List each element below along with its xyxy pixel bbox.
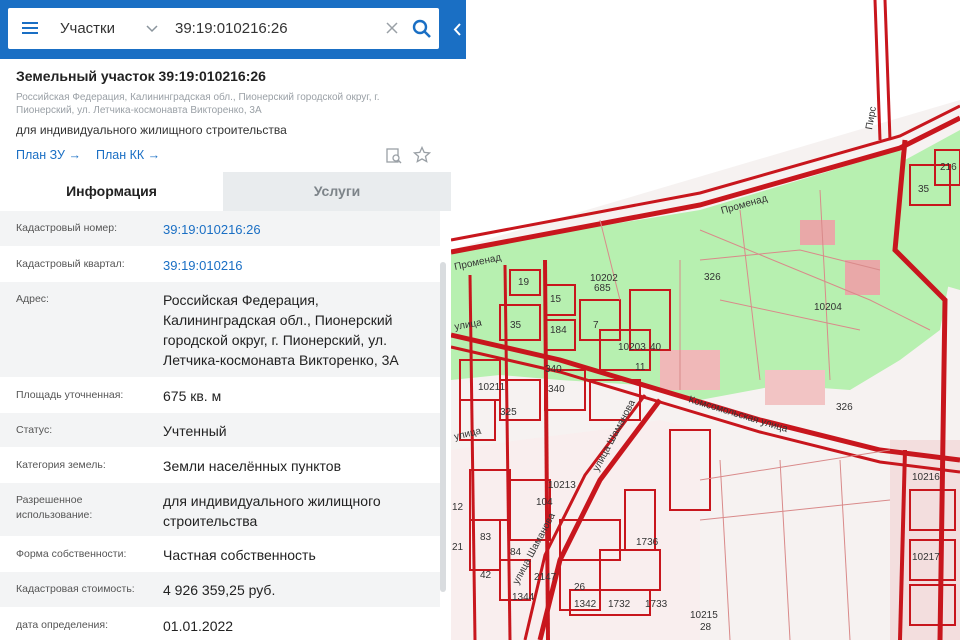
map-label: 326 xyxy=(704,272,721,283)
document-search-icon[interactable] xyxy=(385,147,403,165)
row-label: Статус: xyxy=(16,424,53,436)
row-label: Разрешенное использование: xyxy=(16,494,93,521)
row-label: Форма собственности: xyxy=(16,548,127,560)
map-label: 685 xyxy=(594,283,611,294)
map-label: 2147 xyxy=(534,572,557,583)
search-box: Участки xyxy=(8,8,439,49)
row-label: Категория земель: xyxy=(16,459,106,471)
plan-kk-link[interactable]: План КК → xyxy=(96,148,160,162)
menu-icon[interactable] xyxy=(22,20,42,38)
row-value: Земли населённых пунктов xyxy=(163,458,342,474)
top-bar: Участки xyxy=(0,0,466,59)
row-value: 675 кв. м xyxy=(163,388,222,404)
row-value: 4 926 359,25 руб. xyxy=(163,582,276,598)
star-icon[interactable] xyxy=(413,146,431,164)
map-label: 10211 xyxy=(478,382,506,393)
tab-information[interactable]: Информация xyxy=(0,172,223,211)
map-label: 340 xyxy=(545,364,562,375)
scrollbar[interactable] xyxy=(440,262,446,592)
row-label: Кадастровый квартал: xyxy=(16,258,125,270)
map-label: 10213 xyxy=(548,480,576,491)
cadastral-quarter-link[interactable]: 39:19:010216 xyxy=(163,256,433,276)
map-label: 10204 xyxy=(814,302,842,313)
map-label: 35 xyxy=(510,320,522,331)
map-label: 10216 xyxy=(912,472,940,483)
parcel-address: Российская Федерация, Калининградская об… xyxy=(16,92,380,116)
row-value: Частная собственность xyxy=(163,547,316,563)
table-row: Форма собственности: Частная собственнос… xyxy=(0,537,440,572)
map-label: 42 xyxy=(480,570,492,581)
row-label: дата определения: xyxy=(16,619,109,631)
table-row: Разрешенное использование: для индивидуа… xyxy=(0,483,440,537)
row-label: Кадастровый номер: xyxy=(16,222,118,234)
map-label: 184 xyxy=(550,325,567,336)
parcel-purpose: для индивидуального жилищного строительс… xyxy=(16,123,287,137)
map-label: 325 xyxy=(500,407,517,418)
row-label: Площадь уточненная: xyxy=(16,389,124,401)
map-label: 340 xyxy=(548,384,565,395)
tabs: Информация Услуги xyxy=(0,172,451,211)
map-label: 40 xyxy=(650,342,662,353)
info-panel: Земельный участок 39:19:010216:26 Россий… xyxy=(0,59,451,644)
map-label: 12 xyxy=(452,502,464,513)
table-row: Категория земель: Земли населённых пункт… xyxy=(0,448,440,483)
parcel-title: Земельный участок 39:19:010216:26 xyxy=(16,68,266,84)
map-label: 10217 xyxy=(912,552,940,563)
details-table: Кадастровый номер: 39:19:010216:26 Кадас… xyxy=(0,211,440,644)
map-label: 326 xyxy=(836,402,853,413)
row-value: Учтенный xyxy=(163,423,227,439)
map-label: 19 xyxy=(518,277,530,288)
row-value: 01.01.2022 xyxy=(163,618,234,634)
map-label: 28 xyxy=(700,622,712,633)
map-label: 35 xyxy=(918,184,930,195)
map-label: 1733 xyxy=(645,599,668,610)
plan-zu-link[interactable]: План ЗУ → xyxy=(16,148,81,162)
tab-services[interactable]: Услуги xyxy=(223,172,451,211)
search-input[interactable] xyxy=(175,8,375,49)
map-label: 216 xyxy=(940,162,957,173)
map-label: 26 xyxy=(574,582,586,593)
row-label: Кадастровая стоимость: xyxy=(16,583,135,595)
close-icon[interactable] xyxy=(384,20,400,36)
collapse-panel-icon[interactable] xyxy=(449,0,466,59)
table-row: Площадь уточненная: 675 кв. м xyxy=(0,378,440,413)
map-label: 21 xyxy=(452,542,464,553)
search-icon[interactable] xyxy=(412,19,432,39)
map-label: 1732 xyxy=(608,599,631,610)
table-row: Кадастровый номер: 39:19:010216:26 xyxy=(0,211,440,247)
map-label: 7 xyxy=(593,320,599,331)
map-label: 84 xyxy=(510,547,522,558)
map-label: 15 xyxy=(550,294,562,305)
map-label: 83 xyxy=(480,532,492,543)
map-label: 11 xyxy=(635,362,646,373)
row-value: для индивидуального жилищного строительс… xyxy=(163,493,381,529)
map-label: 10215 xyxy=(690,610,718,621)
map-label: 1342 xyxy=(574,599,597,610)
map-label: 1344 xyxy=(512,592,535,603)
table-row: дата определения: 01.01.2022 xyxy=(0,608,440,644)
table-row: Адрес: Российская Федерация, Калининград… xyxy=(0,282,440,378)
map-label: 1736 xyxy=(636,537,659,548)
map-label: 104 xyxy=(536,497,553,508)
map-label: 10203 xyxy=(618,342,646,353)
chevron-down-icon[interactable] xyxy=(145,21,159,35)
table-row: Кадастровый квартал: 39:19:010216 xyxy=(0,247,440,282)
row-value: Российская Федерация, Калининградская об… xyxy=(163,292,399,368)
table-row: Статус: Учтенный xyxy=(0,413,440,448)
row-label: Адрес: xyxy=(16,293,49,305)
table-row: Кадастровая стоимость: 4 926 359,25 руб. xyxy=(0,572,440,608)
cadastral-number-link[interactable]: 39:19:010216:26 xyxy=(163,220,433,240)
